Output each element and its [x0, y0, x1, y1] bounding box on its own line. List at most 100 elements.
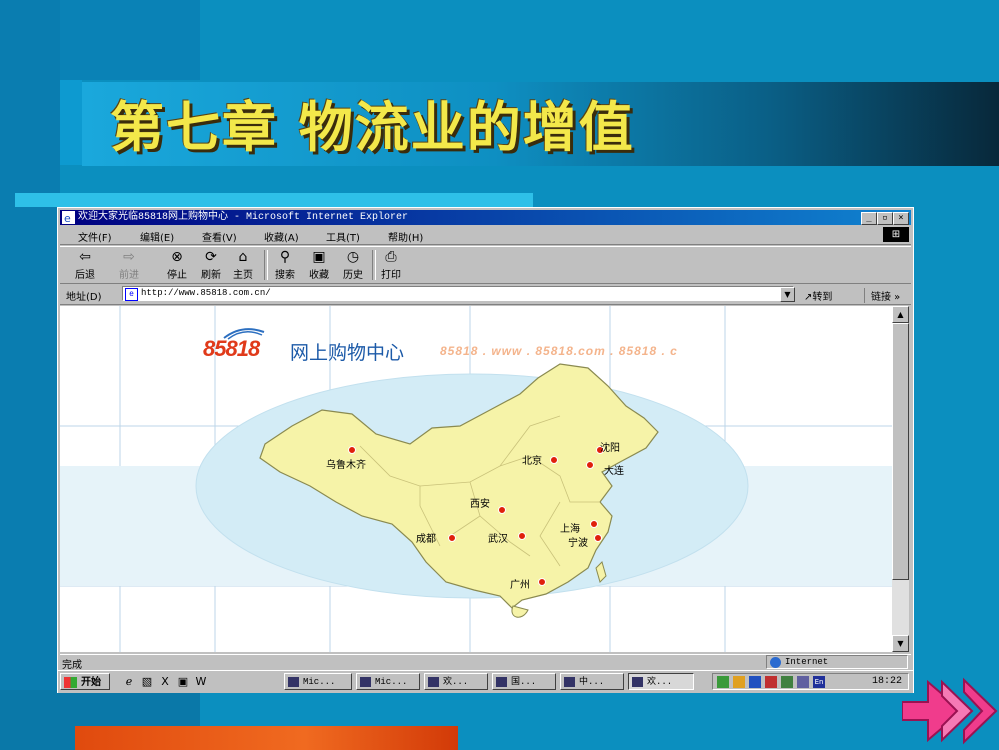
svg-text:e: e — [64, 212, 71, 224]
folder-icon — [496, 677, 507, 687]
search-button[interactable]: ⚲ 搜索 — [270, 249, 300, 281]
menu-edit[interactable]: 编辑(E) — [140, 229, 174, 244]
print-button[interactable]: ⎙ 打印 — [376, 249, 406, 281]
powerpoint-quicklaunch-icon[interactable]: ▣ — [176, 675, 190, 689]
security-zone: Internet — [766, 655, 908, 669]
tray-app-icon[interactable] — [781, 676, 793, 688]
ie-icon — [428, 677, 439, 687]
tray-language-icon[interactable]: En — [813, 676, 825, 688]
address-dropdown-button[interactable]: ▼ — [780, 287, 795, 302]
city-label-guangzhou[interactable]: 广州 — [510, 576, 530, 591]
print-icon: ⎙ — [385, 249, 397, 265]
city-label-xian[interactable]: 西安 — [470, 495, 490, 510]
stop-button[interactable]: ⊗ 停止 — [162, 249, 192, 281]
history-icon: ◷ — [346, 249, 360, 265]
menu-help[interactable]: 帮助(H) — [388, 229, 423, 244]
slide-title: 第七章 物流业的增值 — [110, 95, 635, 159]
city-label-shenyang[interactable]: 沈阳 — [600, 439, 620, 454]
history-button[interactable]: ◷ 历史 — [338, 249, 368, 281]
start-label: 开始 — [81, 677, 101, 688]
next-slide-arrow-icon[interactable] — [902, 676, 998, 746]
desktop-quicklaunch-icon[interactable]: ▧ — [140, 675, 154, 689]
tray-arrow-icon[interactable] — [717, 676, 729, 688]
city-marker[interactable] — [518, 532, 526, 540]
city-marker[interactable] — [586, 461, 594, 469]
menu-bar: 文件(F) 编辑(E) 查看(V) 收藏(A) 工具(T) 帮助(H) — [60, 226, 911, 245]
site-logo-text: 网上购物中心 — [290, 342, 405, 364]
menu-file[interactable]: 文件(F) — [78, 229, 112, 244]
left-dark-stripe — [0, 0, 60, 750]
refresh-button[interactable]: ⟳ 刷新 — [196, 249, 226, 281]
address-url: http://www.85818.com.cn/ — [141, 288, 271, 298]
task-label: 欢... — [443, 677, 469, 687]
city-label-wuhan[interactable]: 武汉 — [488, 530, 508, 545]
city-marker[interactable] — [538, 578, 546, 586]
refresh-icon: ⟳ — [205, 249, 217, 265]
orange-accent-bar — [75, 726, 458, 750]
city-marker[interactable] — [348, 446, 356, 454]
city-marker[interactable] — [594, 534, 602, 542]
top-decor-block — [60, 0, 200, 80]
windows-taskbar: 开始 ℯ ▧ X ▣ W Mic... Mic... 欢... 国... 中..… — [58, 670, 913, 693]
home-icon: ⌂ — [238, 249, 248, 265]
city-label-chengdu[interactable]: 成都 — [416, 530, 436, 545]
city-marker[interactable] — [550, 456, 558, 464]
tray-moon-icon[interactable] — [733, 676, 745, 688]
task-button[interactable]: 欢... — [424, 673, 488, 690]
city-label-ningbo[interactable]: 宁波 — [568, 534, 588, 549]
tray-app-icon[interactable] — [797, 676, 809, 688]
home-label: 主页 — [233, 270, 253, 281]
word-quicklaunch-icon[interactable]: W — [194, 675, 208, 689]
search-icon: ⚲ — [279, 249, 291, 265]
task-button[interactable]: 中... — [560, 673, 624, 690]
city-label-shanghai[interactable]: 上海 — [560, 520, 580, 535]
task-button[interactable]: Mic... — [284, 673, 352, 690]
city-marker[interactable] — [590, 520, 598, 528]
back-button[interactable]: ⇦ 后退 — [70, 249, 100, 281]
cyan-divider — [15, 193, 533, 207]
left-mid-block — [60, 80, 82, 165]
city-label-beijing[interactable]: 北京 — [522, 452, 542, 467]
excel-quicklaunch-icon[interactable]: X — [158, 675, 172, 689]
task-button[interactable]: Mic... — [356, 673, 420, 690]
menu-tools[interactable]: 工具(T) — [326, 229, 360, 244]
browser-window: e 欢迎大家光临85818网上购物中心 - Microsoft Internet… — [57, 207, 914, 693]
close-button[interactable]: × — [893, 212, 909, 225]
start-button[interactable]: 开始 — [60, 673, 110, 690]
links-button[interactable]: 链接 » — [864, 288, 900, 303]
menu-favorites[interactable]: 收藏(A) — [264, 229, 299, 244]
task-label: 欢... — [647, 677, 673, 687]
scroll-down-button[interactable]: ▼ — [892, 635, 909, 652]
task-button-active[interactable]: 欢... — [628, 673, 694, 690]
window-title-bar: e 欢迎大家光临85818网上购物中心 - Microsoft Internet… — [60, 210, 911, 225]
tray-app-icon[interactable] — [765, 676, 777, 688]
back-label: 后退 — [75, 270, 95, 281]
history-label: 历史 — [343, 270, 363, 281]
toolbar-separator — [264, 250, 268, 280]
ie-throbber-icon: ⊞ — [883, 227, 909, 242]
city-marker[interactable] — [498, 506, 506, 514]
system-tray: En 18:22 — [712, 673, 909, 690]
vertical-scrollbar[interactable]: ▲ ▼ — [892, 306, 909, 652]
taskbar-clock[interactable]: 18:22 — [872, 676, 902, 687]
stop-label: 停止 — [167, 270, 187, 281]
maximize-button[interactable]: ▫ — [877, 212, 893, 225]
favorites-label: 收藏 — [309, 270, 329, 281]
scroll-up-button[interactable]: ▲ — [892, 306, 909, 323]
tray-network-icon[interactable] — [749, 676, 761, 688]
forward-button[interactable]: ⇨ 前进 — [114, 249, 144, 281]
ie-quicklaunch-icon[interactable]: ℯ — [122, 675, 136, 689]
address-input[interactable]: e http://www.85818.com.cn/ — [122, 286, 794, 301]
city-label-urumqi[interactable]: 乌鲁木齐 — [326, 456, 366, 471]
menu-view[interactable]: 查看(V) — [202, 229, 237, 244]
city-marker[interactable] — [448, 534, 456, 542]
city-label-dalian[interactable]: 大连 — [604, 462, 624, 477]
minimize-button[interactable]: _ — [861, 212, 877, 225]
scroll-thumb[interactable] — [892, 323, 909, 580]
task-button[interactable]: 国... — [492, 673, 556, 690]
home-button[interactable]: ⌂ 主页 — [228, 249, 258, 281]
go-button[interactable]: ↗转到 — [804, 288, 832, 303]
task-label: 国... — [511, 677, 537, 687]
site-logo-number[interactable]: 85818 — [203, 336, 260, 362]
favorites-button[interactable]: ▣ 收藏 — [304, 249, 334, 281]
